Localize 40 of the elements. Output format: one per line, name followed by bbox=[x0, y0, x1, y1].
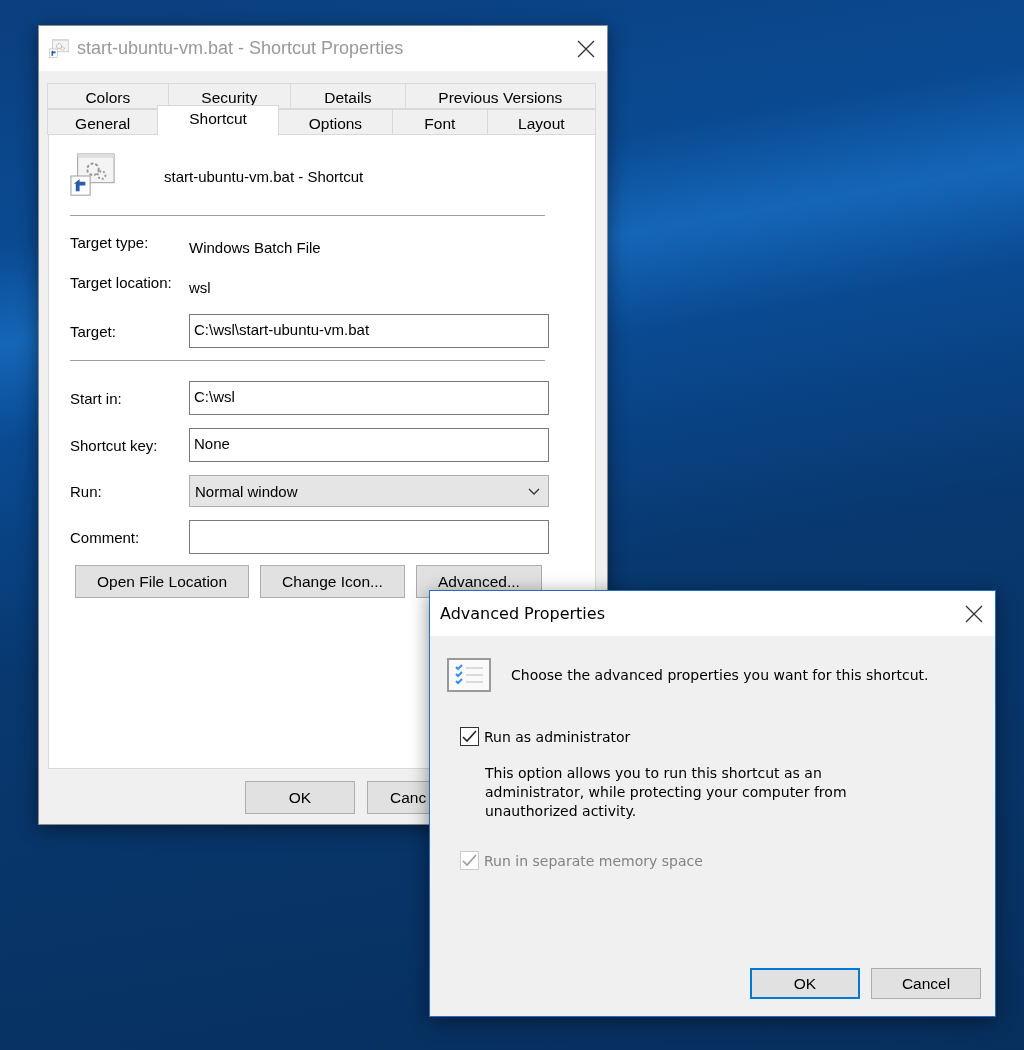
field-label: Target type: bbox=[70, 234, 150, 253]
checklist-icon bbox=[447, 658, 491, 692]
tab[interactable]: Details bbox=[290, 83, 406, 109]
gear-window-icon bbox=[49, 38, 69, 59]
checkbox-label: Run as administrator bbox=[484, 728, 631, 745]
dialog-button[interactable]: Cancel bbox=[871, 968, 981, 999]
action-button[interactable]: Change Icon... bbox=[260, 565, 405, 598]
field-label: Target location: bbox=[70, 274, 173, 293]
text-field[interactable] bbox=[189, 520, 549, 554]
gear-window-icon bbox=[70, 153, 116, 199]
dialog-title: Advanced Properties bbox=[440, 604, 606, 623]
action-button[interactable]: Open File Location bbox=[75, 565, 250, 598]
close-icon[interactable] bbox=[965, 604, 983, 623]
field-value: wsl bbox=[189, 278, 212, 296]
field-value: Windows Batch File bbox=[189, 238, 322, 256]
field-label: Start in: bbox=[70, 389, 123, 407]
tab[interactable]: Colors bbox=[47, 83, 169, 109]
text-field[interactable]: None bbox=[189, 428, 549, 462]
checkbox-label: Run in separate memory space bbox=[484, 852, 703, 869]
chevron-down-icon bbox=[528, 487, 540, 495]
dropdown[interactable]: Normal window bbox=[189, 475, 549, 507]
field-label: Comment: bbox=[70, 528, 141, 546]
text-field[interactable]: C:\wsl\start-ubuntu-vm.bat bbox=[189, 314, 549, 348]
shortcut-name: start-ubuntu-vm.bat - Shortcut bbox=[164, 167, 364, 185]
dialog-button[interactable]: OK bbox=[750, 968, 860, 999]
checkbox[interactable] bbox=[460, 727, 479, 746]
text-field[interactable]: C:\wsl bbox=[189, 381, 549, 415]
field-label: Run: bbox=[70, 482, 103, 500]
dialog-button[interactable]: OK bbox=[245, 781, 355, 814]
option-description: This option allows you to run this shortcut as an administrator, while protecting your computer from unauthorized activity. bbox=[485, 764, 848, 821]
field-label: Shortcut key: bbox=[70, 436, 159, 454]
tab[interactable]: Options bbox=[277, 109, 394, 135]
tab[interactable]: Layout bbox=[486, 109, 596, 135]
intro-text: Choose the advanced properties you want for this shortcut. bbox=[511, 667, 929, 683]
window-title: start-ubuntu-vm.bat - Shortcut Properties bbox=[77, 38, 405, 59]
close-icon[interactable] bbox=[577, 39, 595, 58]
tab[interactable]: Shortcut bbox=[157, 105, 279, 135]
field-label: Target: bbox=[70, 322, 117, 340]
tab[interactable]: Previous Versions bbox=[404, 83, 596, 109]
tab[interactable]: General bbox=[47, 109, 159, 135]
